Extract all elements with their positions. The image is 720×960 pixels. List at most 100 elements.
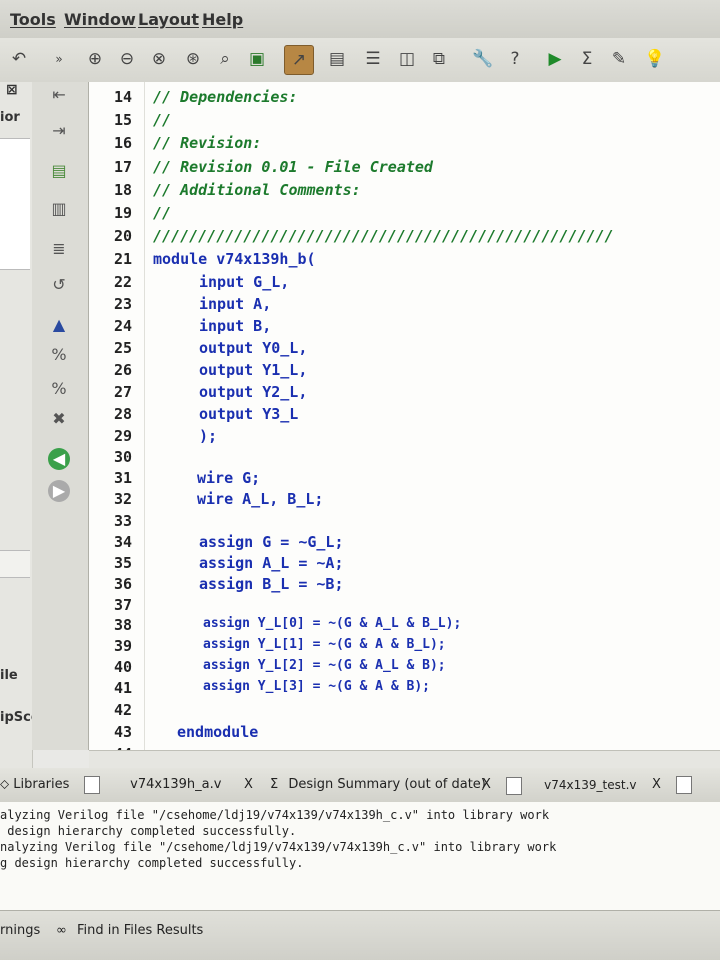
line-number: 31 bbox=[113, 469, 133, 487]
line-number: 15 bbox=[113, 111, 133, 129]
tab-warnings[interactable]: rnings bbox=[0, 923, 40, 938]
code-line[interactable]: output Y3_L bbox=[199, 405, 298, 423]
toggle-icon[interactable]: ↺ bbox=[48, 274, 70, 296]
editor-sidebar: ⇤ ⇥ ▤ ▥ ≣ ↺ ▲ % % ✖ ◀ ▶ bbox=[32, 82, 89, 750]
code-line[interactable]: assign Y_L[0] = ~(G & A_L & B_L); bbox=[203, 616, 461, 631]
menu-layout[interactable]: Layout bbox=[138, 10, 199, 29]
line-number: 26 bbox=[113, 361, 133, 379]
zoom-out-icon[interactable]: ⊖ bbox=[116, 48, 138, 70]
code-line[interactable]: assign B_L = ~B; bbox=[199, 575, 344, 593]
indent-icon[interactable]: ⇤ bbox=[48, 84, 70, 106]
prev-bookmark-icon[interactable]: % bbox=[48, 378, 70, 400]
insert-template-icon[interactable]: ≣ bbox=[48, 238, 70, 260]
code-line[interactable]: // Additional Comments: bbox=[153, 181, 361, 199]
undo-icon[interactable]: ↶ bbox=[8, 48, 30, 70]
line-number: 42 bbox=[113, 701, 133, 719]
left-panel: ⊠ ior ile ipScope bbox=[0, 82, 58, 782]
tab-find-results-label: Find in Files Results bbox=[76, 923, 204, 938]
code-line[interactable]: endmodule bbox=[177, 723, 258, 741]
code-line[interactable]: // Revision: bbox=[153, 134, 261, 152]
bulb-icon[interactable]: 💡 bbox=[644, 48, 666, 70]
zoom-in-icon[interactable]: ⊕ bbox=[84, 48, 106, 70]
comment-icon[interactable]: ▤ bbox=[48, 160, 70, 182]
uncomment-icon[interactable]: ▥ bbox=[48, 198, 70, 220]
bookmark-icon[interactable]: ▲ bbox=[48, 314, 70, 336]
pin-icon[interactable]: ↗ bbox=[284, 45, 314, 75]
tab-find-results[interactable]: ∞ Find in Files Results bbox=[56, 923, 203, 938]
ise-window: Tools Window Layout Help ↶ » ⊕ ⊖ ⊗ ⊛ ⌕ ▣… bbox=[0, 0, 720, 960]
code-line[interactable]: output Y2_L, bbox=[199, 383, 307, 401]
close-icon[interactable]: ⊠ bbox=[6, 82, 18, 98]
tab-test-close[interactable]: X bbox=[652, 768, 661, 802]
line-number: 25 bbox=[113, 339, 133, 357]
code-line[interactable]: wire A_L, B_L; bbox=[197, 490, 323, 508]
tab-libraries-label: Libraries bbox=[13, 777, 70, 792]
tab-file-a-label: v74x139h_a.v bbox=[130, 777, 222, 792]
code-line[interactable]: assign Y_L[1] = ~(G & A & B_L); bbox=[203, 637, 446, 652]
clear-bookmark-icon[interactable]: ✖ bbox=[48, 408, 70, 430]
zoom-fit-icon[interactable]: ⊛ bbox=[182, 48, 204, 70]
document-tabs: ⬦ Libraries v74x139h_a.v X Σ Design Summ… bbox=[0, 768, 720, 803]
tab-libraries[interactable]: ⬦ Libraries bbox=[0, 768, 69, 802]
horizontal-split-icon[interactable]: ☰ bbox=[362, 48, 384, 70]
tab-file-a-close[interactable]: X bbox=[244, 768, 253, 802]
line-number: 28 bbox=[113, 405, 133, 423]
code-line[interactable]: assign Y_L[2] = ~(G & A_L & B); bbox=[203, 658, 446, 673]
tab-more[interactable] bbox=[676, 768, 698, 802]
code-line[interactable]: // bbox=[153, 204, 171, 222]
code-line[interactable]: output Y0_L, bbox=[199, 339, 307, 357]
menu-window[interactable]: Window bbox=[64, 10, 136, 29]
code-line[interactable]: wire G; bbox=[197, 469, 260, 487]
code-line[interactable]: assign G = ~G_L; bbox=[199, 533, 344, 551]
zoom-full-icon[interactable]: ⊗ bbox=[148, 48, 170, 70]
code-line[interactable]: // bbox=[153, 111, 171, 129]
code-line[interactable]: // Dependencies: bbox=[153, 88, 298, 106]
more-icon[interactable]: » bbox=[48, 48, 70, 70]
sum-icon[interactable]: Σ bbox=[576, 48, 598, 70]
line-number: 29 bbox=[113, 427, 133, 445]
line-number: 43 bbox=[113, 723, 133, 741]
window-icon[interactable]: ⧉ bbox=[428, 48, 450, 70]
go-forward-icon[interactable]: ▶ bbox=[48, 480, 70, 502]
code-line[interactable]: ); bbox=[199, 427, 217, 445]
code-line[interactable]: input G_L, bbox=[199, 273, 289, 291]
libraries-icon: ⬦ bbox=[0, 777, 10, 792]
code-line[interactable]: module v74x139h_b( bbox=[153, 250, 316, 268]
tab-test[interactable]: v74x139_test.v bbox=[506, 768, 636, 802]
wrench-icon[interactable]: 🔧 bbox=[472, 48, 494, 70]
code-line[interactable]: output Y1_L, bbox=[199, 361, 307, 379]
vertical-split-icon[interactable]: ◫ bbox=[396, 48, 418, 70]
code-line[interactable]: // Revision 0.01 - File Created bbox=[153, 158, 433, 176]
pointer-icon[interactable]: ⌕ bbox=[214, 48, 236, 70]
code-line[interactable]: ////////////////////////////////////////… bbox=[153, 227, 614, 245]
probe-icon[interactable]: ✎ bbox=[608, 48, 630, 70]
code-line[interactable]: input B, bbox=[199, 317, 271, 335]
toolbar: ↶ » ⊕ ⊖ ⊗ ⊛ ⌕ ▣ ↗ ▤ ☰ ◫ ⧉ 🔧 ? ▶ Σ ✎ 💡 bbox=[0, 38, 720, 83]
file-icon bbox=[506, 776, 522, 795]
tab-summary-close[interactable]: X bbox=[482, 768, 491, 802]
console-line: alyzing Verilog file "/csehome/ldj19/v74… bbox=[0, 808, 550, 822]
code-line[interactable]: input A, bbox=[199, 295, 271, 313]
console-line: nalyzing Verilog file "/csehome/ldj19/v7… bbox=[0, 840, 557, 854]
menu-help[interactable]: Help bbox=[202, 10, 243, 29]
line-number: 21 bbox=[113, 250, 133, 268]
line-number: 19 bbox=[113, 204, 133, 222]
run-icon[interactable]: ▶ bbox=[544, 48, 566, 70]
tab-summary[interactable]: Σ Design Summary (out of date) bbox=[270, 768, 486, 802]
console-panel: alyzing Verilog file "/csehome/ldj19/v74… bbox=[0, 802, 720, 910]
line-number: 41 bbox=[113, 679, 133, 697]
tile-icon[interactable]: ▤ bbox=[326, 48, 348, 70]
go-back-icon[interactable]: ◀ bbox=[48, 448, 70, 470]
outdent-icon[interactable]: ⇥ bbox=[48, 120, 70, 142]
code-editor[interactable]: 14 // Dependencies: 15 // 16 // Revision: 17 //… bbox=[89, 82, 720, 763]
line-number: 35 bbox=[113, 554, 133, 572]
code-line[interactable]: assign A_L = ~A; bbox=[199, 554, 344, 572]
next-bookmark-icon[interactable]: % bbox=[48, 344, 70, 366]
code-line[interactable]: assign Y_L[3] = ~(G & A & B); bbox=[203, 679, 430, 694]
line-number: 22 bbox=[113, 273, 133, 291]
tab-file-a[interactable]: v74x139h_a.v bbox=[84, 768, 221, 802]
help-cursor-icon[interactable]: ? bbox=[504, 48, 526, 70]
panel-strip bbox=[0, 550, 30, 578]
menu-tools[interactable]: Tools bbox=[10, 10, 56, 29]
find-icon[interactable]: ▣ bbox=[246, 48, 268, 70]
